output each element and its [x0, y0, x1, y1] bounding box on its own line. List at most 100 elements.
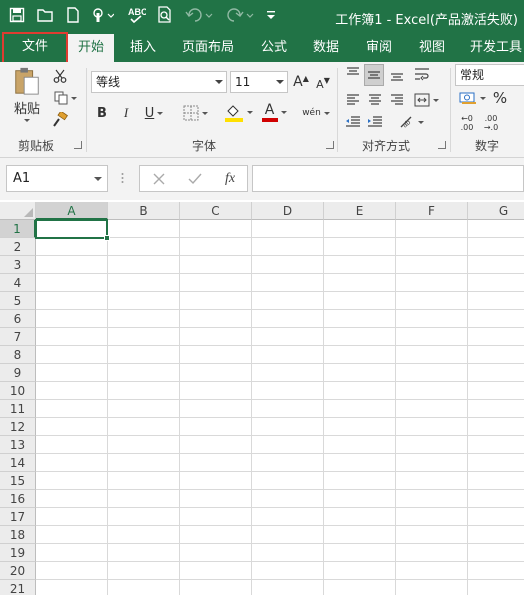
tab-data[interactable]: 数据 — [304, 34, 348, 62]
tab-insert[interactable]: 插入 — [121, 34, 165, 62]
formula-bar: A1 fx — [0, 158, 524, 200]
undo-icon[interactable] — [184, 4, 214, 26]
font-dialog-launcher[interactable] — [326, 141, 334, 149]
tab-file[interactable]: 文件 — [2, 32, 68, 65]
save-icon[interactable] — [6, 4, 28, 26]
row-header[interactable]: 1 — [0, 220, 36, 238]
bold-button[interactable]: B — [94, 102, 110, 124]
tab-page-layout[interactable]: 页面布局 — [176, 34, 240, 62]
insert-function-button[interactable]: fx — [220, 169, 240, 189]
row-header[interactable]: 20 — [0, 562, 36, 580]
align-center-icon[interactable] — [366, 90, 384, 110]
redo-icon[interactable] — [225, 4, 255, 26]
row-header[interactable]: 16 — [0, 490, 36, 508]
select-all-corner[interactable] — [0, 202, 36, 220]
worksheet-grid[interactable]: A B C D E F G 1 2 3 4 5 6 7 8 9 10 11 12… — [0, 202, 524, 595]
name-box[interactable]: A1 — [6, 165, 108, 192]
group-separator — [337, 68, 338, 152]
fill-color-button[interactable] — [222, 100, 254, 124]
touch-mode-icon[interactable] — [88, 4, 116, 26]
orientation-button[interactable]: ab — [396, 112, 426, 132]
wrap-text-icon[interactable] — [412, 64, 432, 84]
cell-area[interactable] — [36, 220, 524, 595]
column-header[interactable]: D — [252, 202, 324, 220]
number-format-combo[interactable]: 常规 — [455, 64, 524, 86]
cancel-icon[interactable] — [150, 170, 168, 188]
borders-button[interactable] — [178, 102, 212, 124]
paste-button[interactable]: 粘贴 — [10, 66, 44, 122]
open-folder-icon[interactable] — [35, 4, 57, 26]
font-name-value: 等线 — [96, 75, 121, 89]
column-header[interactable]: C — [180, 202, 252, 220]
grow-font-button[interactable]: A ▲ — [292, 72, 310, 92]
row-header[interactable]: 13 — [0, 436, 36, 454]
ribbon-tabs: 文件 开始 插入 页面布局 公式 数据 审阅 视图 开发工具 — [0, 32, 524, 65]
accounting-format-button[interactable] — [456, 88, 488, 108]
tab-view[interactable]: 视图 — [410, 34, 454, 62]
row-header[interactable]: 11 — [0, 400, 36, 418]
italic-button[interactable]: I — [118, 102, 134, 124]
column-header[interactable]: E — [324, 202, 396, 220]
row-header[interactable]: 19 — [0, 544, 36, 562]
fill-handle[interactable] — [104, 235, 110, 241]
copy-icon[interactable] — [50, 88, 80, 108]
format-painter-icon[interactable] — [50, 110, 70, 130]
font-name-combo[interactable]: 等线 — [91, 71, 227, 93]
row-header[interactable]: 5 — [0, 292, 36, 310]
clipboard-dialog-launcher[interactable] — [74, 141, 82, 149]
underline-button[interactable]: U — [140, 102, 168, 124]
phonetic-button[interactable]: wén — [300, 102, 332, 124]
row-header[interactable]: 2 — [0, 238, 36, 256]
active-cell[interactable] — [35, 219, 108, 239]
new-file-icon[interactable] — [62, 4, 84, 26]
row-header[interactable]: 9 — [0, 364, 36, 382]
number-group-label: 数字 — [475, 139, 500, 153]
row-header[interactable]: 14 — [0, 454, 36, 472]
row-header[interactable]: 8 — [0, 346, 36, 364]
print-preview-icon[interactable] — [154, 4, 176, 26]
increase-decimal-icon[interactable]: ←0.00 — [456, 112, 478, 134]
column-header[interactable]: B — [108, 202, 180, 220]
row-header[interactable]: 10 — [0, 382, 36, 400]
tab-formulas[interactable]: 公式 — [252, 34, 296, 62]
font-size-combo[interactable]: 11 — [230, 71, 288, 93]
borders-icon — [183, 105, 198, 121]
enter-icon[interactable] — [186, 170, 204, 188]
alignment-dialog-launcher[interactable] — [438, 141, 446, 149]
align-right-icon[interactable] — [388, 90, 406, 110]
fill-color-icon — [224, 105, 243, 122]
align-bottom-icon[interactable] — [388, 64, 406, 84]
cut-icon[interactable] — [50, 66, 70, 86]
column-header[interactable]: G — [468, 202, 524, 220]
align-middle-icon[interactable] — [364, 64, 384, 86]
decrease-indent-icon[interactable] — [344, 112, 362, 132]
accounting-icon — [459, 92, 476, 104]
row-header[interactable]: 12 — [0, 418, 36, 436]
row-header[interactable]: 3 — [0, 256, 36, 274]
formula-bar-splitter[interactable] — [121, 171, 124, 185]
spelling-icon[interactable]: ABC — [126, 4, 148, 26]
increase-indent-icon[interactable] — [366, 112, 384, 132]
row-header[interactable]: 4 — [0, 274, 36, 292]
row-header[interactable]: 6 — [0, 310, 36, 328]
column-header[interactable]: F — [396, 202, 468, 220]
formula-input[interactable] — [252, 165, 524, 192]
tab-review[interactable]: 审阅 — [357, 34, 401, 62]
decrease-decimal-icon[interactable]: .00 →.0 — [480, 112, 502, 134]
column-header[interactable]: A — [36, 202, 108, 220]
percent-button[interactable]: % — [492, 88, 508, 108]
align-top-icon[interactable] — [344, 64, 362, 84]
merge-center-icon — [414, 93, 429, 107]
row-header[interactable]: 7 — [0, 328, 36, 346]
customize-icon[interactable] — [260, 4, 282, 26]
merge-center-button[interactable] — [410, 90, 442, 110]
row-header[interactable]: 17 — [0, 508, 36, 526]
tab-home[interactable]: 开始 — [68, 34, 114, 62]
row-header[interactable]: 15 — [0, 472, 36, 490]
shrink-font-button[interactable]: A ▼ — [314, 74, 332, 94]
row-header[interactable]: 18 — [0, 526, 36, 544]
tab-developer[interactable]: 开发工具 — [464, 34, 524, 62]
row-header[interactable]: 21 — [0, 580, 36, 595]
align-left-icon[interactable] — [344, 90, 362, 110]
font-color-button[interactable]: A — [258, 100, 290, 124]
